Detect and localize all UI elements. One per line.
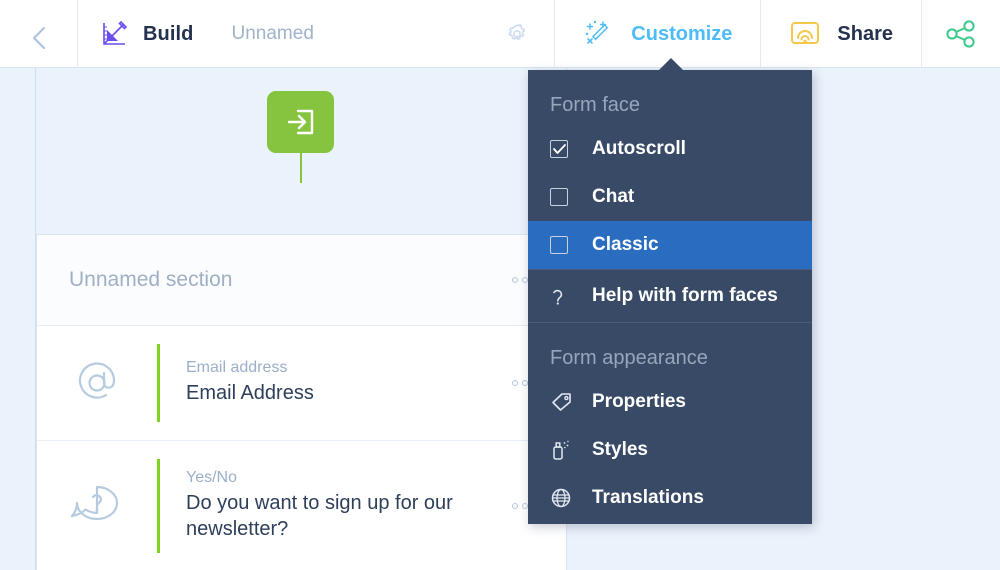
magic-wand-icon <box>583 18 615 50</box>
enter-arrow-icon <box>284 105 318 139</box>
menu-item-autoscroll-label: Autoscroll <box>592 138 686 159</box>
menu-item-classic[interactable]: Classic <box>528 221 812 269</box>
tab-build-label: Build <box>143 22 194 45</box>
tab-customize-label: Customize <box>631 22 733 45</box>
tag-icon <box>550 392 584 412</box>
menu-item-classic-label: Classic <box>592 234 659 255</box>
form-appearance-group-title: Form appearance <box>550 347 708 369</box>
share-network-icon <box>944 17 978 51</box>
checkbox-unchecked-icon[interactable] <box>550 236 584 254</box>
menu-item-help-with-form-faces[interactable]: Help with form faces <box>528 270 812 322</box>
share-network-button[interactable] <box>922 0 1000 68</box>
chevron-left-icon <box>29 24 49 49</box>
field-type-label: Email address <box>186 359 288 377</box>
settings-button[interactable] <box>479 0 556 68</box>
spray-can-icon <box>550 439 584 461</box>
menu-item-properties-label: Properties <box>592 391 686 412</box>
form-name-label: Unnamed <box>231 23 314 44</box>
field-name-label: Do you want to sign up for our newslette… <box>186 492 453 540</box>
field-name-label: Email Address <box>186 382 314 405</box>
checkbox-checked-icon[interactable] <box>550 140 584 158</box>
top-toolbar: Build Unnamed Customize Share <box>0 0 1000 68</box>
tab-share[interactable]: Share <box>761 0 922 68</box>
menu-item-chat-label: Chat <box>592 186 635 207</box>
customize-dropdown-panel: Form face Autoscroll Chat Classic Help w… <box>528 70 812 524</box>
field-text-group: Email address Email Address <box>160 359 314 407</box>
field-text-group: Yes/No Do you want to sign up for our ne… <box>160 469 466 542</box>
question-mark-icon <box>550 286 584 306</box>
menu-item-autoscroll[interactable]: Autoscroll <box>528 125 812 173</box>
globe-icon <box>550 487 584 509</box>
menu-item-translations[interactable]: Translations <box>528 474 812 522</box>
question-bubble-icon <box>37 478 157 534</box>
section-title: Unnamed section <box>69 268 233 291</box>
form-canvas: Unnamed section Email address Email Addr… <box>0 68 1000 570</box>
connector-line <box>300 153 302 183</box>
back-button[interactable] <box>0 0 78 68</box>
tab-share-label: Share <box>837 22 893 45</box>
form-field-row[interactable]: Yes/No Do you want to sign up for our ne… <box>37 441 566 570</box>
at-sign-icon <box>37 355 157 411</box>
app-root: Build Unnamed Customize Share Unnamed se… <box>0 0 1000 570</box>
form-face-group-title: Form face <box>550 94 641 116</box>
cast-icon <box>789 19 821 49</box>
form-name[interactable]: Unnamed <box>212 0 334 68</box>
menu-item-styles[interactable]: Styles <box>528 426 812 474</box>
ruler-pencil-icon <box>100 19 130 49</box>
start-node[interactable] <box>267 91 334 153</box>
checkbox-unchecked-icon[interactable] <box>550 188 584 206</box>
form-field-row[interactable]: Email address Email Address <box>37 326 566 441</box>
form-section-header[interactable]: Unnamed section <box>37 235 566 326</box>
gear-icon <box>504 21 530 47</box>
field-type-label: Yes/No <box>186 469 237 487</box>
menu-item-chat[interactable]: Chat <box>528 173 812 221</box>
tab-build[interactable]: Build <box>78 0 212 68</box>
form-card: Unnamed section Email address Email Addr… <box>36 234 567 570</box>
menu-item-properties[interactable]: Properties <box>528 378 812 426</box>
panel-caret-icon <box>658 58 684 71</box>
menu-item-help-label: Help with form faces <box>592 285 778 306</box>
menu-item-translations-label: Translations <box>592 487 704 508</box>
menu-item-styles-label: Styles <box>592 439 648 460</box>
